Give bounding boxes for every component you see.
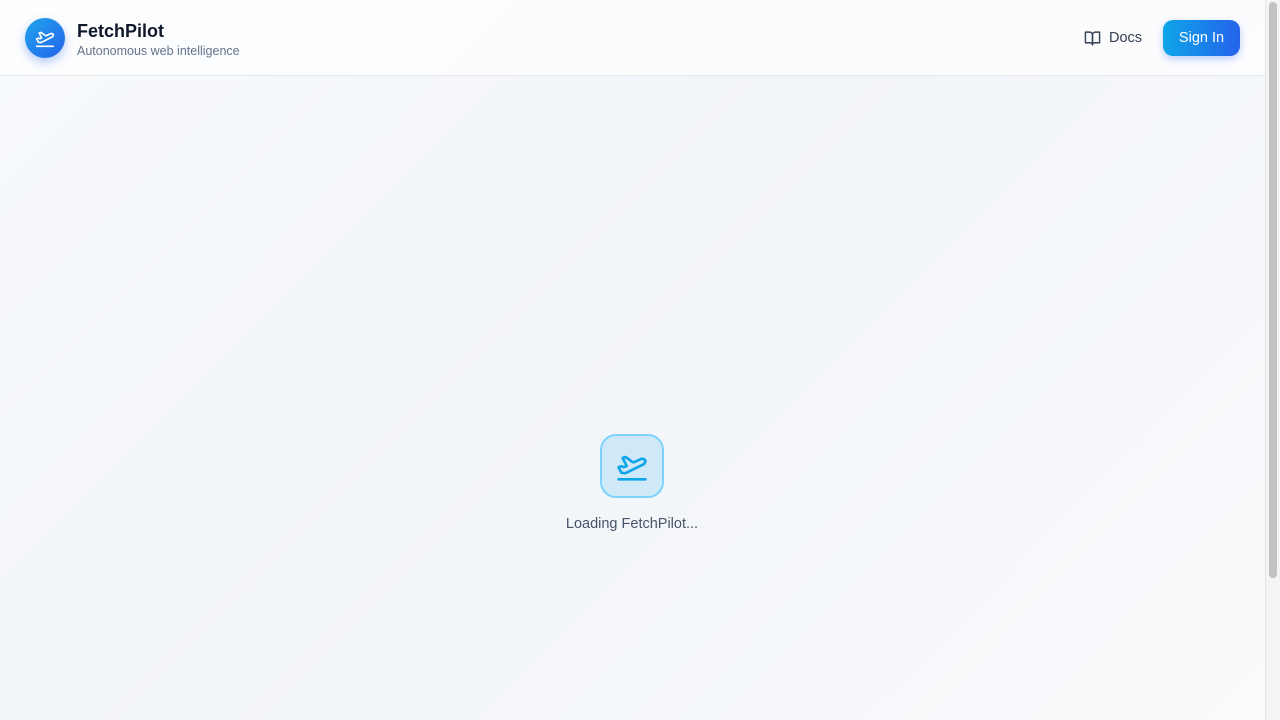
plane-takeoff-icon	[617, 455, 647, 481]
scrollbar-thumb[interactable]	[1269, 2, 1277, 578]
plane-takeoff-icon	[35, 31, 55, 48]
brand-name: FetchPilot	[77, 21, 165, 41]
loading-spinner	[600, 434, 664, 498]
brand-logo[interactable]	[25, 18, 65, 58]
docs-link[interactable]: Docs	[1080, 22, 1146, 54]
book-open-icon	[1084, 30, 1101, 47]
vertical-scrollbar[interactable]	[1265, 0, 1280, 720]
top-header: FetchPilot Autonomous web intelligence D…	[0, 0, 1265, 76]
docs-label: Docs	[1109, 30, 1143, 46]
loading-text: Loading FetchPilot...	[565, 516, 699, 532]
sign-in-button[interactable]: Sign In	[1163, 20, 1240, 56]
app-viewport: FetchPilot Autonomous web intelligence D…	[0, 0, 1265, 720]
brand-tagline: Autonomous web intelligence	[77, 44, 240, 58]
